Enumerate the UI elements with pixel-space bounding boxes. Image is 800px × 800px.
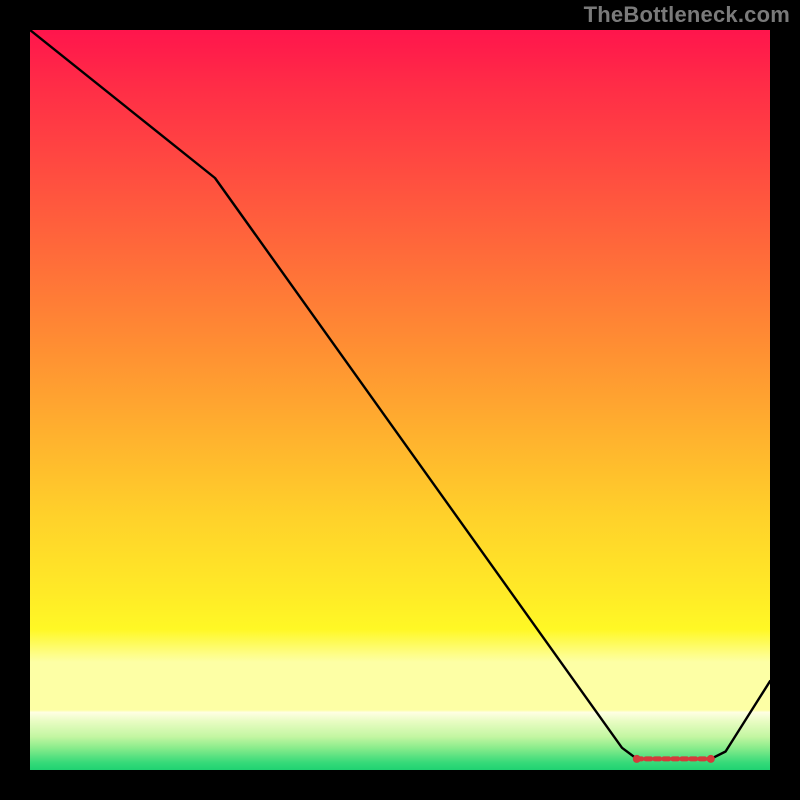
bottleneck-curve: [30, 30, 770, 759]
plot-area: [30, 30, 770, 770]
chart-svg: [30, 30, 770, 770]
sweet-spot-endpoint: [633, 755, 641, 763]
sweet-spot-endpoint: [707, 755, 715, 763]
watermark-text: TheBottleneck.com: [584, 2, 790, 28]
chart-container: TheBottleneck.com: [0, 0, 800, 800]
sweet-spot-markers: [633, 755, 715, 763]
